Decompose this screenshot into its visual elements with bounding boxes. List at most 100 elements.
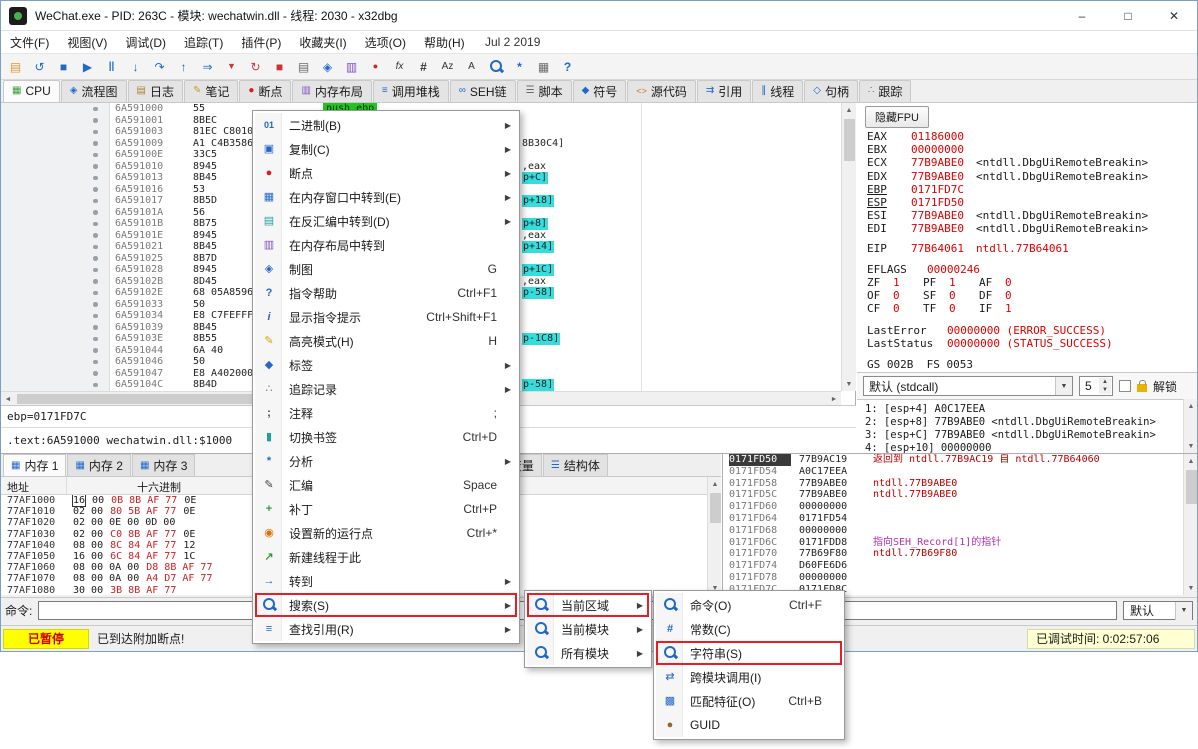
breakpoint-dot[interactable] [93, 222, 98, 227]
breakpoint-dot[interactable] [93, 279, 98, 284]
fx-button[interactable]: fx [388, 56, 411, 78]
tab-script[interactable]: ☰ 脚本 [517, 80, 572, 102]
argument-count-stepper[interactable]: 5 ▲▼ [1079, 376, 1113, 396]
scrollbar-thumb[interactable] [844, 119, 855, 161]
cpu-flag[interactable]: SF 0 [923, 289, 979, 302]
breakpoint-dot[interactable] [93, 256, 98, 261]
menu-item-toggle-bookmark[interactable]: ▮ 切换书签 Ctrl+D [255, 425, 517, 449]
tab-trace[interactable]: ∴ 跟踪 [859, 80, 911, 102]
register-value[interactable]: 77B9ABE0 [911, 156, 964, 169]
maximize-button[interactable]: □ [1105, 1, 1151, 30]
tab-source[interactable]: <> 源代码 [627, 80, 696, 102]
stack-row[interactable]: 0171FD68 00000000 [723, 525, 1197, 537]
menu-item-string-references[interactable]: 字符串(S) [656, 641, 842, 665]
graph-button[interactable]: ◈ [316, 56, 339, 78]
register-value[interactable]: 77B9ABE0 [911, 222, 964, 235]
tab-dump-2[interactable]: ▦ 内存 2 [67, 454, 130, 476]
tab-struct[interactable]: ☰ 结构体 [543, 454, 608, 476]
breakpoint-dot[interactable] [93, 187, 98, 192]
menu-item-follow-in-disassembler[interactable]: ▤ 在反汇编中转到(D) ▶ [255, 209, 517, 233]
breakpoint-dot[interactable] [93, 107, 98, 112]
menu-item-patch[interactable]: + 补丁 Ctrl+P [255, 497, 517, 521]
cpu-flag[interactable]: CF 0 [867, 302, 923, 315]
stack-row[interactable]: 0171FD6C 0171FDD8 指向SEH_Record[1]的指针 [723, 537, 1197, 549]
menubar-item[interactable]: 收藏夹(I) [290, 31, 355, 54]
disasm-vertical-scrollbar[interactable]: ▲ ▼ [841, 103, 856, 391]
help-button[interactable]: ? [556, 56, 579, 78]
menu-item-current-module[interactable]: 当前模块 ▶ [527, 617, 649, 641]
dump-scrollbar[interactable]: ▲ ▼ [707, 477, 721, 595]
register-value[interactable]: 01186000 [911, 130, 964, 143]
scroll-down-icon[interactable]: ▼ [1184, 581, 1198, 595]
menu-item-set-new-origin[interactable]: ◉ 设置新的运行点 Ctrl+* [255, 521, 517, 545]
breakpoint-dot[interactable] [93, 153, 98, 158]
menu-item-label[interactable]: ◆ 标签 ▶ [255, 353, 517, 377]
menu-item-guid[interactable]: ● GUID [656, 713, 842, 737]
menu-item-comment[interactable]: ; 注释 ; [255, 401, 517, 425]
chevron-down-icon[interactable]: ▼ [1175, 602, 1192, 620]
open-file-button[interactable]: ▤ [4, 56, 27, 78]
register-value[interactable]: 77B9ABE0 [911, 170, 964, 183]
arguments-scrollbar[interactable]: ▲ ▼ [1183, 399, 1197, 453]
tab-breakpoints[interactable]: ● 断点 [239, 80, 291, 102]
tab-cpu[interactable]: ▦ CPU [3, 80, 60, 102]
register-value[interactable]: 0171FD50 [911, 196, 964, 209]
scroll-right-icon[interactable]: ► [827, 392, 841, 406]
breakpoint-dot[interactable] [93, 268, 98, 273]
breakpoint-dot[interactable] [93, 245, 98, 250]
menu-item-show-mnemonic-brief[interactable]: i 显示指令提示 Ctrl+Shift+F1 [255, 305, 517, 329]
tab-memory-map[interactable]: ▥ 内存布局 [292, 80, 371, 102]
menubar-item[interactable]: 文件(F) [1, 31, 58, 54]
breakpoint-dot[interactable] [93, 348, 98, 353]
register-value[interactable]: 77B9ABE0 [911, 209, 964, 222]
tab-notes[interactable]: ✎ 笔记 [184, 80, 238, 102]
tab-symbols[interactable]: ◆ 符号 [573, 80, 627, 102]
menubar-item[interactable]: 视图(V) [58, 31, 116, 54]
cpu-flag[interactable]: PF 1 [923, 276, 979, 289]
menu-item-follow-in-dump[interactable]: ▦ 在内存窗口中转到(E) ▶ [255, 185, 517, 209]
stack-row[interactable]: 0171FD64 0171FD54 [723, 513, 1197, 525]
menu-item-command[interactable]: 命令(O) Ctrl+F [656, 593, 842, 617]
settings-button[interactable]: * [508, 56, 531, 78]
scrollbar-thumb[interactable] [1186, 470, 1197, 504]
trace-into-button[interactable]: ▼ [220, 56, 243, 78]
breakpoint-dot[interactable] [93, 164, 98, 169]
tab-dump-3[interactable]: ▦ 内存 3 [132, 454, 195, 476]
breakpoint-dot[interactable] [93, 176, 98, 181]
scroll-down-icon[interactable]: ▼ [1184, 439, 1198, 453]
stack-scrollbar[interactable]: ▲ ▼ [1183, 454, 1197, 595]
stack-row[interactable]: 0171FD74 D60FE6D6 [723, 560, 1197, 572]
breakpoints-button[interactable]: ● [364, 56, 387, 78]
cpu-flag[interactable]: AF 0 [979, 276, 1035, 289]
unlock-checkbox[interactable] [1119, 380, 1131, 392]
breakpoint-dot[interactable] [93, 291, 98, 296]
breakpoint-dot[interactable] [93, 360, 98, 365]
scrollbar-thumb[interactable] [710, 493, 721, 523]
calling-convention-select[interactable]: 默认 (stdcall) ▼ [863, 376, 1073, 396]
run-to-return-button[interactable]: ⇒ [196, 56, 219, 78]
memory-map-button[interactable]: ▥ [340, 56, 363, 78]
breakpoint-dot[interactable] [93, 383, 98, 388]
menu-item-follow-in-memory-map[interactable]: ▥ 在内存布局中转到 [255, 233, 517, 257]
scroll-up-icon[interactable]: ▲ [842, 103, 856, 117]
stack-row[interactable]: 0171FD78 00000000 [723, 572, 1197, 584]
dump-selected-byte[interactable]: 16 [73, 495, 85, 506]
cpu-flag[interactable]: OF 0 [867, 289, 923, 302]
menu-item-breakpoint[interactable]: ● 断点 ▶ [255, 161, 517, 185]
cpu-flag[interactable]: TF 0 [923, 302, 979, 315]
breakpoint-dot[interactable] [93, 118, 98, 123]
step-out-button[interactable]: ↑ [172, 56, 195, 78]
menu-item-current-region[interactable]: 当前区域 ▶ [527, 593, 649, 617]
scroll-left-icon[interactable]: ◄ [1, 392, 15, 406]
tab-dump-1[interactable]: ▦ 内存 1 [3, 454, 66, 476]
scroll-up-icon[interactable]: ▲ [1184, 454, 1198, 468]
close-button[interactable]: ✕ [1151, 1, 1197, 30]
record-button[interactable]: ■ [268, 56, 291, 78]
menu-item-constant[interactable]: # 常数(C) [656, 617, 842, 641]
argument-row[interactable]: 3: [esp+C] 77B9ABE0 <ntdll.DbgUiRemoteBr… [865, 429, 1181, 442]
menubar-item[interactable]: 选项(O) [356, 31, 415, 54]
menubar-item[interactable]: 帮助(H) [415, 31, 474, 54]
tab-handles[interactable]: ◇ 句柄 [804, 80, 858, 102]
tab-references[interactable]: ⇉ 引用 [697, 80, 751, 102]
stack-row[interactable]: 0171FD60 00000000 [723, 501, 1197, 513]
